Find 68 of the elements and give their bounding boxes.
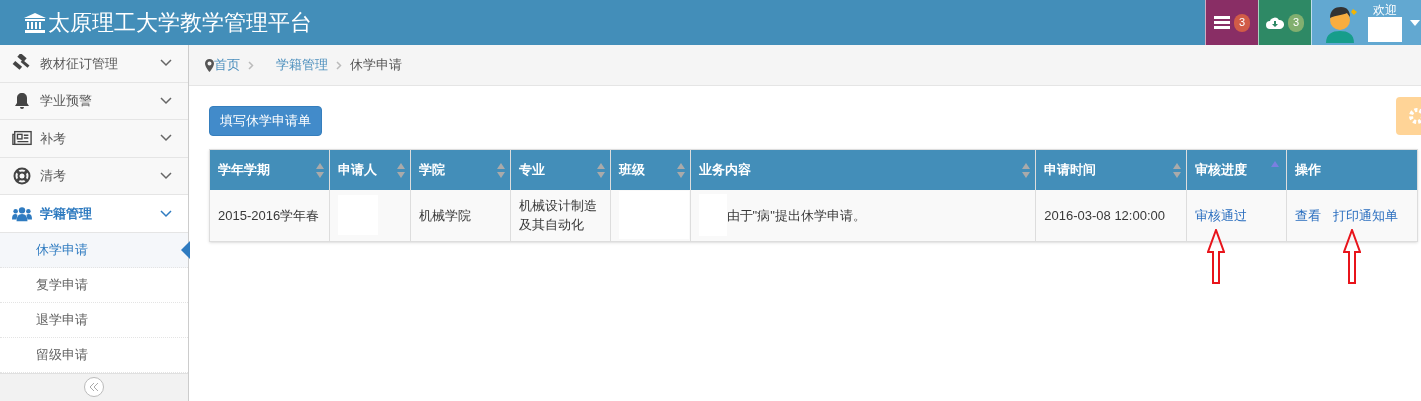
column-header[interactable]: 操作 [1286,149,1418,190]
chevron-icon [160,59,172,68]
annotation-arrow [1207,228,1226,284]
double-chevron-icon [89,383,99,392]
sort-icon [396,163,405,178]
institution-icon [24,12,46,33]
chevron-icon [160,171,172,180]
bell-icon [14,91,30,110]
fill-form-button[interactable]: 填写休学申请单 [209,106,322,136]
sort-icon [315,163,324,178]
column-header[interactable]: 申请人 [329,149,411,190]
submenu-item[interactable]: 复学申请 [0,267,188,303]
caret-icon[interactable] [1410,19,1420,26]
table-cell: 机械学院 [410,189,511,242]
submenu-item[interactable]: 留级申请 [0,337,188,373]
count-badge: 3 [1234,13,1250,32]
settings-button[interactable] [1396,97,1421,135]
submenu-item[interactable]: 休学申请 [0,232,188,268]
column-header[interactable]: 学院 [410,149,511,190]
active-pointer-icon [181,240,190,259]
column-header[interactable]: 班级 [610,149,691,190]
table-link[interactable]: 审核通过 [1195,205,1248,225]
sidebar-item[interactable]: 清考 [0,157,188,196]
app-title: 太原理工大学教学管理平台 [48,9,312,37]
sort-icon [496,163,505,178]
notification-button[interactable]: 3 [1258,0,1311,45]
breadcrumb-separator-icon [336,60,342,70]
column-header[interactable]: 学年学期 [209,149,330,190]
users-icon [12,204,32,223]
newspaper-icon [12,130,32,147]
breadcrumb-link[interactable]: 学籍管理 [276,55,328,75]
table-cell: 2015-2016学年春 [209,189,330,242]
lifebuoy-icon [13,166,31,185]
greeting-text: 欢迎 [1373,3,1397,17]
table-cell-text: 由于"病"提出休学申请。 [726,206,866,225]
count-badge: 3 [1288,13,1304,32]
sort-icon [676,163,685,178]
sort-ascending-icon [1271,161,1280,167]
collapse-button[interactable] [84,377,104,398]
table-cell: 机械设计制造及其自动化 [510,189,611,242]
chevron-icon [160,96,172,105]
cloud-download-icon [1266,16,1284,29]
chevron-icon [160,134,172,143]
breadcrumb-link[interactable]: 首页 [214,55,240,75]
table-cell: 2016-03-08 12:00:00 [1035,189,1187,242]
sidebar-item[interactable]: 学业预警 [0,82,188,121]
table-link[interactable]: 打印通知单 [1333,205,1399,225]
sidebar-item[interactable]: 补考 [0,120,188,158]
table-link[interactable]: 查看 [1295,205,1322,225]
column-header[interactable]: 专业 [510,149,611,190]
submenu-item[interactable]: 退学申请 [0,302,188,338]
notification-button[interactable]: 3 [1205,0,1258,45]
breadcrumb-current: 休学申请 [350,56,402,75]
column-header[interactable]: 审核进度 [1186,149,1287,190]
annotation-arrow [1343,228,1362,284]
column-header[interactable]: 业务内容 [690,149,1036,190]
sort-icon [1173,163,1182,178]
column-header[interactable]: 申请时间 [1035,149,1187,190]
sort-icon [1022,163,1031,178]
sidebar-item[interactable]: 学籍管理 [0,195,188,233]
chevron-icon [160,209,172,218]
tasks-icon [1214,15,1230,30]
breadcrumb-separator-icon [248,60,254,70]
user-menu[interactable]: 欢迎 [1311,0,1421,45]
sort-icon [596,163,605,178]
settings-icon [1407,108,1421,124]
map-pin-icon [205,58,214,72]
sidebar-item[interactable]: 教材征订管理 [0,45,188,83]
